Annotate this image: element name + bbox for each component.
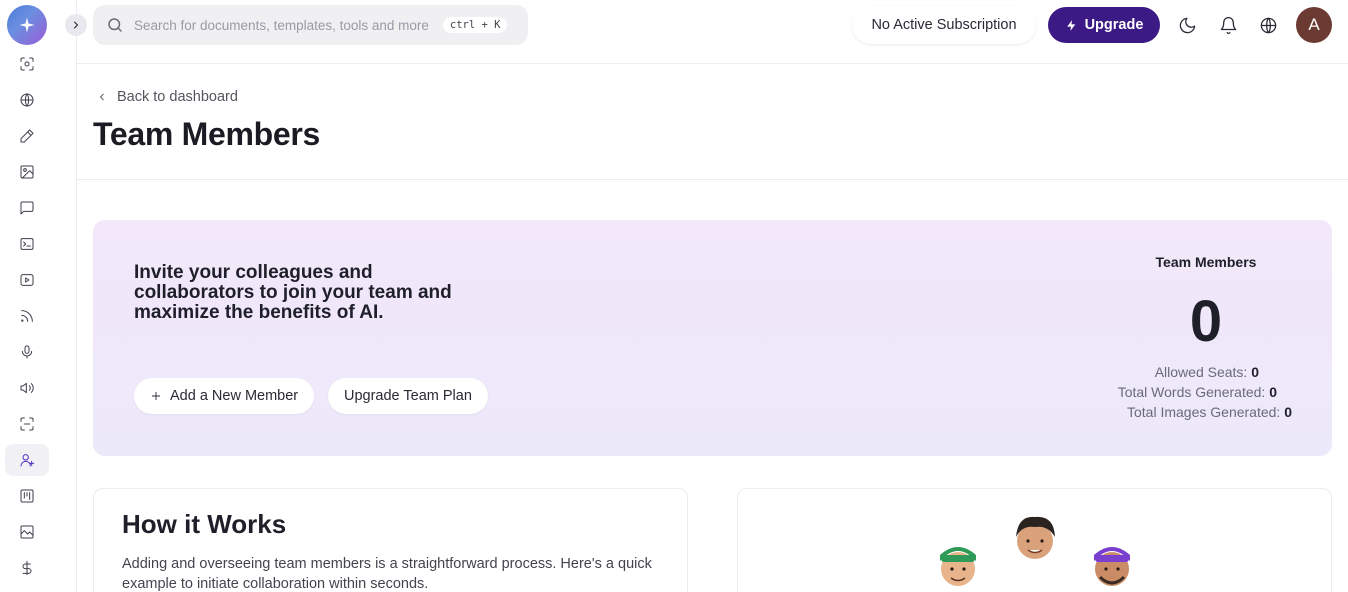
- user-plus-icon: [20, 454, 35, 467]
- sidebar-item-gallery[interactable]: [5, 516, 49, 548]
- how-it-works-title: How it Works: [122, 509, 287, 539]
- words-generated-label: Total Words Generated:: [1117, 384, 1266, 400]
- image-icon: [20, 165, 34, 179]
- page-title: Team Members: [93, 116, 321, 152]
- sparkle-icon: [19, 17, 35, 33]
- header-divider: [77, 179, 1348, 180]
- dark-mode-toggle[interactable]: [1176, 14, 1198, 36]
- avatar-face-curly-hair: [1016, 516, 1055, 559]
- team-avatars-illustration: [940, 516, 1130, 586]
- microphone-icon: [21, 345, 33, 359]
- avatar-face-purple-cap: [1094, 547, 1130, 586]
- speaker-icon: [20, 382, 34, 394]
- sidebar-item-vision[interactable]: [5, 48, 49, 80]
- dollar-icon: [22, 560, 32, 576]
- sidebar-item-image[interactable]: [5, 156, 49, 188]
- rss-icon: [21, 310, 33, 322]
- how-it-works-description: Adding and overseeing team members is a …: [122, 556, 652, 592]
- sidebar-item-code[interactable]: [5, 228, 49, 260]
- scan-face-icon: [20, 57, 34, 71]
- kanban-icon: [20, 489, 34, 503]
- chevron-right-icon: [74, 21, 78, 29]
- words-generated-value: 0: [1269, 384, 1277, 400]
- sidebar-item-scan[interactable]: [5, 408, 49, 440]
- images-generated-stat: Total Images Generated: 0: [1127, 404, 1292, 420]
- bell-icon: [1220, 16, 1236, 34]
- video-play-icon: [20, 274, 34, 286]
- allowed-seats-label: Allowed Seats:: [1154, 364, 1248, 380]
- www-globe-icon: [20, 93, 34, 107]
- sidebar-item-audio[interactable]: [5, 372, 49, 404]
- upgrade-team-plan-label: Upgrade Team Plan: [344, 388, 472, 404]
- how-it-works-card: How it Works Adding and overseeing team …: [93, 488, 688, 592]
- gallery-icon: [20, 525, 34, 539]
- search-input[interactable]: Search for documents, templates, tools a…: [93, 5, 528, 45]
- search-placeholder: Search for documents, templates, tools a…: [134, 17, 429, 33]
- top-bar: Search for documents, templates, tools a…: [77, 0, 1348, 64]
- sidebar-item-team[interactable]: [5, 444, 49, 476]
- sidebar-item-rss[interactable]: [5, 300, 49, 332]
- avatar-face-green-cap: [940, 547, 976, 586]
- keyboard-shortcut: ctrl + K: [442, 17, 508, 33]
- team-members-stat-title: Team Members: [1155, 254, 1257, 270]
- allowed-seats-value: 0: [1251, 364, 1259, 380]
- globe-icon: [1260, 17, 1276, 33]
- moon-icon: [1179, 17, 1195, 33]
- sidebar-item-video[interactable]: [5, 264, 49, 296]
- allowed-seats-stat: Allowed Seats: 0: [1155, 364, 1259, 380]
- pen-icon: [20, 129, 34, 143]
- app-logo[interactable]: [7, 5, 47, 45]
- sidebar-item-board[interactable]: [5, 480, 49, 512]
- plus-icon: [152, 392, 160, 400]
- invite-heading: Invite your colleagues and collaborators…: [134, 262, 452, 323]
- back-label: Back to dashboard: [117, 89, 238, 105]
- sidebar-item-writer[interactable]: [5, 120, 49, 152]
- images-generated-label: Total Images Generated:: [1127, 404, 1281, 420]
- user-avatar[interactable]: A: [1296, 7, 1332, 43]
- lightning-icon: [1066, 19, 1075, 31]
- sidebar-item-billing[interactable]: [5, 552, 49, 584]
- language-button[interactable]: [1257, 14, 1279, 36]
- words-generated-stat: Total Words Generated: 0: [1118, 384, 1277, 400]
- sidebar-toggle-button[interactable]: [65, 14, 87, 36]
- upgrade-label: Upgrade: [1084, 17, 1144, 33]
- scan-icon: [20, 417, 34, 431]
- upgrade-button[interactable]: Upgrade: [1048, 7, 1160, 43]
- sidebar-item-voice[interactable]: [5, 336, 49, 368]
- back-to-dashboard-link[interactable]: Back to dashboard: [96, 89, 238, 105]
- sidebar: [0, 0, 77, 592]
- chevron-left-icon: [99, 93, 104, 101]
- upgrade-team-plan-button[interactable]: Upgrade Team Plan: [328, 378, 488, 414]
- subscription-status-button[interactable]: No Active Subscription: [852, 6, 1036, 44]
- add-member-button[interactable]: Add a New Member: [134, 378, 315, 414]
- notifications-button[interactable]: [1217, 14, 1239, 36]
- add-member-label: Add a New Member: [170, 388, 299, 404]
- sidebar-item-chat[interactable]: [5, 192, 49, 224]
- sidebar-item-web[interactable]: [5, 84, 49, 116]
- team-invite-card: Invite your colleagues and collaborators…: [93, 220, 1332, 456]
- chat-bubble-icon: [20, 201, 34, 215]
- images-generated-value: 0: [1284, 404, 1292, 420]
- search-icon: [106, 16, 124, 34]
- team-members-count: 0: [1189, 289, 1223, 354]
- team-illustration-card: [737, 488, 1332, 592]
- terminal-icon: [20, 238, 34, 250]
